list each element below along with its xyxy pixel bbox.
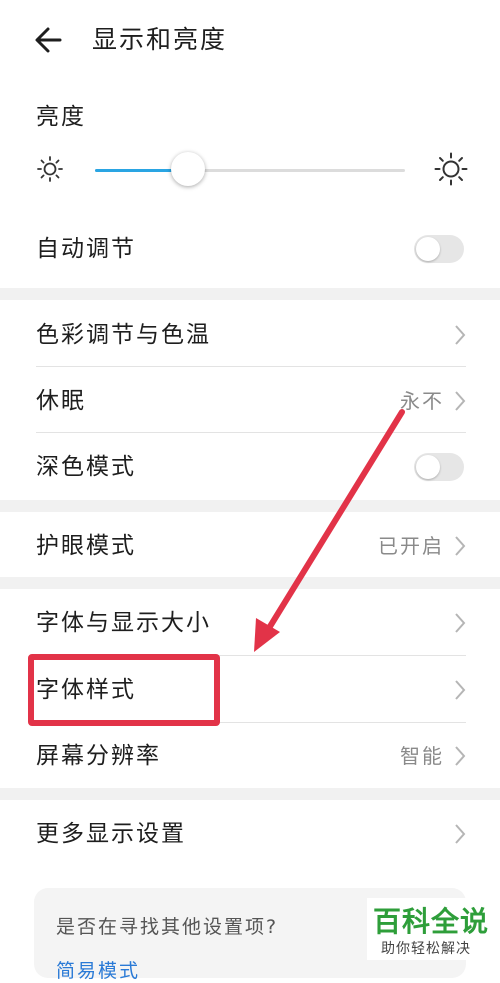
sun-small-icon (37, 156, 63, 182)
section-gap (0, 500, 500, 512)
dark-mode-label: 深色模式 (36, 454, 136, 480)
eye-comfort-value: 已开启 (378, 534, 444, 558)
dark-mode-row[interactable]: 深色模式 (0, 450, 500, 484)
row-divider (36, 432, 466, 433)
dark-mode-toggle[interactable] (414, 453, 464, 481)
eye-comfort-label: 护眼模式 (36, 533, 136, 559)
eye-comfort-row[interactable]: 护眼模式 已开启 (0, 529, 500, 563)
simple-mode-link[interactable]: 简易模式 (56, 956, 140, 983)
sleep-value: 永不 (400, 389, 444, 413)
chevron-right-icon (455, 536, 466, 556)
chevron-right-icon (455, 391, 466, 411)
chevron-right-icon (455, 824, 466, 844)
resolution-label: 屏幕分辨率 (36, 743, 161, 769)
page-title: 显示和亮度 (92, 25, 228, 54)
watermark-sub: 助你轻松解决 (381, 941, 471, 957)
chevron-right-icon (455, 680, 466, 700)
arrow-left-icon[interactable] (30, 22, 66, 58)
auto-adjust-row[interactable]: 自动调节 (0, 232, 500, 266)
suggestion-question: 是否在寻找其他设置项? (56, 916, 279, 938)
app-header: 显示和亮度 (0, 0, 500, 80)
more-settings-row[interactable]: 更多显示设置 (0, 817, 500, 851)
section-gap (0, 788, 500, 800)
row-divider (36, 366, 466, 367)
color-temp-label: 色彩调节与色温 (36, 322, 211, 348)
watermark-main: 百科全说 (373, 905, 490, 938)
chevron-right-icon (455, 746, 466, 766)
font-size-row[interactable]: 字体与显示大小 (0, 606, 500, 640)
auto-adjust-label: 自动调节 (36, 236, 136, 262)
resolution-value: 智能 (400, 744, 444, 768)
brightness-slider[interactable] (95, 169, 405, 172)
color-temp-row[interactable]: 色彩调节与色温 (0, 318, 500, 352)
watermark-logo: 百科全说 助你轻松解决 (367, 898, 495, 960)
auto-adjust-toggle[interactable] (414, 235, 464, 263)
brightness-label: 亮度 (36, 104, 86, 130)
sleep-label: 休眠 (36, 388, 86, 414)
chevron-right-icon (455, 325, 466, 345)
sleep-row[interactable]: 休眠 永不 (0, 384, 500, 418)
section-gap (0, 288, 500, 300)
chevron-right-icon (455, 613, 466, 633)
brightness-slider-thumb[interactable] (171, 152, 205, 186)
section-gap (0, 577, 500, 589)
more-settings-label: 更多显示设置 (36, 821, 186, 847)
highlight-box (28, 654, 220, 726)
sun-large-icon (434, 152, 468, 186)
resolution-row[interactable]: 屏幕分辨率 智能 (0, 739, 500, 773)
font-size-label: 字体与显示大小 (36, 610, 211, 636)
